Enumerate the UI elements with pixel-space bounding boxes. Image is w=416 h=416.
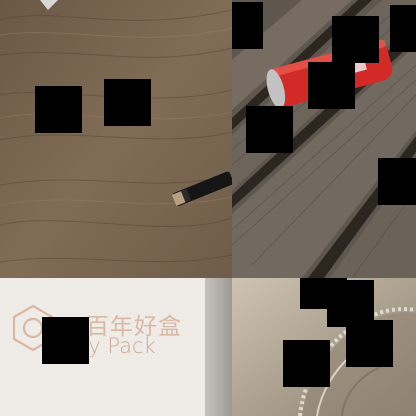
redaction-box <box>308 62 355 109</box>
photo-collage: 百年好盒 ucky Pack <box>0 0 416 416</box>
decking-tile <box>232 0 416 278</box>
redaction-box <box>35 86 82 133</box>
jar-tile <box>232 278 416 416</box>
redaction-box <box>42 317 89 364</box>
redaction-box <box>390 5 416 52</box>
package-tile: 百年好盒 ucky Pack <box>0 278 232 416</box>
wood-floor-photo <box>0 0 232 278</box>
redaction-box <box>378 158 416 205</box>
redaction-box <box>232 2 263 49</box>
redaction-box <box>283 340 330 387</box>
redaction-box <box>104 79 151 126</box>
redaction-box <box>346 320 393 367</box>
redaction-box <box>332 16 379 63</box>
redaction-box <box>246 106 293 153</box>
wood-floor-tile <box>0 0 232 278</box>
